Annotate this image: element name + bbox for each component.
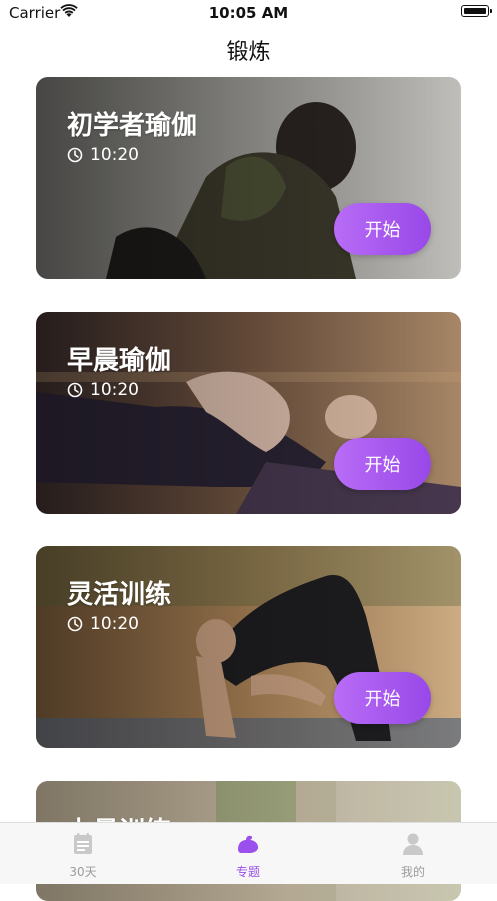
tab-label: 专题 [235,865,260,879]
tab-bar: 30天 专题 我的 [0,822,497,884]
tab-topics[interactable]: 专题 [203,831,293,881]
status-bar: Carrier 10:05 AM [0,0,497,26]
tab-label: 我的 [400,865,425,879]
tab-profile[interactable]: 我的 [368,831,458,881]
workout-card-flexibility[interactable]: 灵活训练 10:20 开始 [36,546,461,748]
tab-30-days[interactable]: 30天 [38,831,128,881]
card-duration: 10:20 [67,145,139,165]
workout-card-morning-yoga[interactable]: 早晨瑜伽 10:20 开始 [36,312,461,514]
duration-text: 10:20 [90,380,139,400]
card-title: 初学者瑜伽 [67,111,198,141]
duration-text: 10:20 [90,614,139,634]
start-button[interactable]: 开始 [334,672,431,724]
card-duration: 10:20 [67,380,139,400]
card-duration: 10:20 [67,614,139,634]
duration-text: 10:20 [90,145,139,165]
calendar-icon [74,833,92,854]
clock-icon [67,382,83,398]
status-time: 10:05 AM [208,4,289,22]
clock-icon [67,147,83,163]
workout-card-beginner-yoga[interactable]: 初学者瑜伽 10:20 开始 [36,77,461,279]
tab-label: 30天 [69,865,97,879]
start-button[interactable]: 开始 [334,203,431,255]
start-button[interactable]: 开始 [334,438,431,490]
page-title: 锻炼 [226,40,271,65]
person-icon [403,833,423,855]
battery-icon [461,5,492,17]
card-title: 灵活训练 [67,580,172,610]
clock-icon [67,616,83,632]
muscle-icon [238,835,259,853]
card-title: 早晨瑜伽 [67,346,172,376]
